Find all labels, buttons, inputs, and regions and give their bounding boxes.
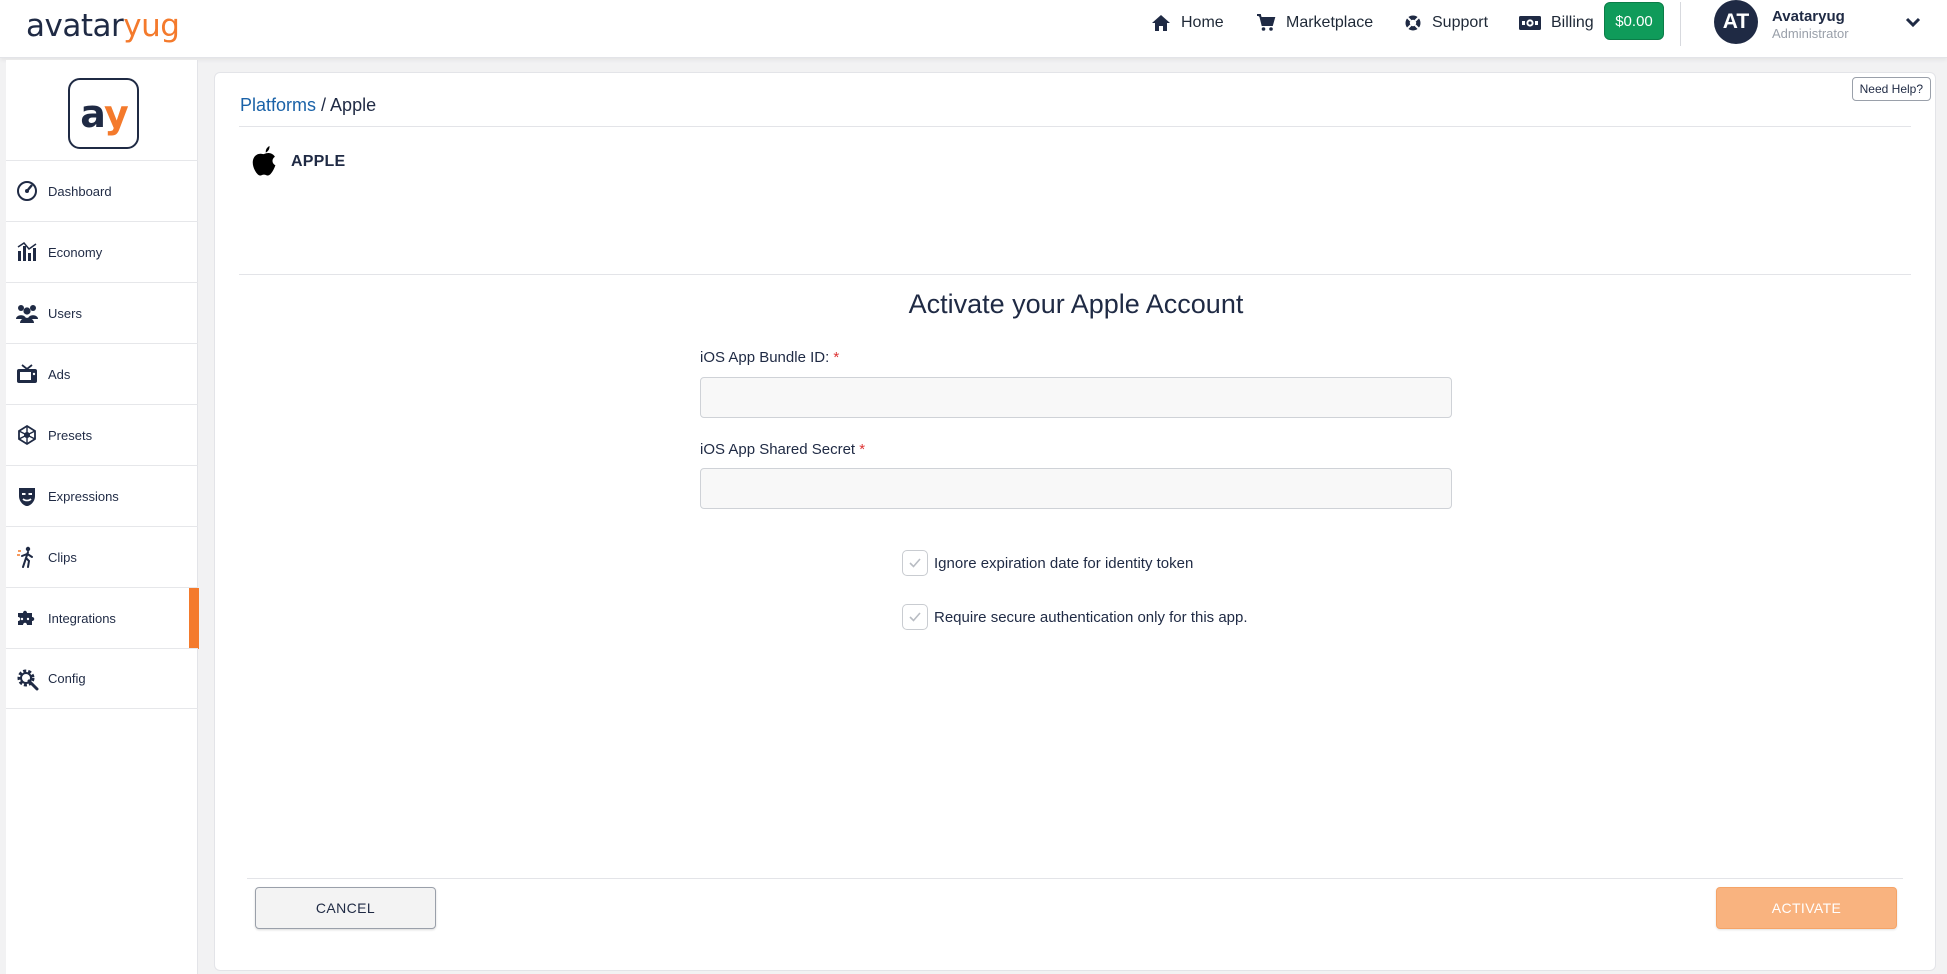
brand-logo-part2: yug [123,8,180,44]
bar-chart-icon [15,240,39,264]
need-help-button[interactable]: Need Help? [1851,77,1931,101]
sidebar-item-label: Config [48,671,86,686]
breadcrumb-platforms-link[interactable]: Platforms [240,95,316,115]
sidebar-item-label: Clips [48,549,77,565]
sidebar-item-label: Ads [48,366,71,382]
sidebar-logo-part2: y [103,91,129,136]
breadcrumb-current: Apple [330,95,377,115]
sidebar-item-presets[interactable]: Presets [6,404,198,465]
nav-billing[interactable]: Billing [1519,13,1594,33]
sidebar-item-ads[interactable]: Ads [6,343,198,404]
user-name: Avataryug [1772,8,1845,25]
nav-home-label: Home [1181,14,1224,31]
walking-figure-icon [15,545,39,569]
sidebar-item-integrations[interactable]: Integrations [6,587,199,649]
nav-marketplace-label: Marketplace [1286,14,1374,31]
bundle-id-label-text: iOS App Bundle ID: [700,349,830,366]
sidebar-item-label: Presets [48,427,93,443]
ignore-expiration-label: Ignore expiration date for identity toke… [934,554,1194,572]
ignore-expiration-option[interactable]: Ignore expiration date for identity toke… [902,550,1193,576]
lifebuoy-icon [1405,15,1421,31]
secure-auth-option[interactable]: Require secure authentication only for t… [902,604,1248,630]
sidebar-item-economy[interactable]: Economy [6,221,198,282]
secure-auth-label: Require secure authentication only for t… [934,608,1248,626]
check-icon [909,558,921,568]
divider [247,878,1903,879]
main-card: Need Help? Platforms / Apple APPLE Activ… [214,72,1936,971]
cart-icon [1257,14,1276,31]
sidebar-item-expressions[interactable]: Expressions [6,465,198,526]
platform-header: APPLE [249,144,345,180]
required-mark: * [859,441,866,458]
bundle-id-label: iOS App Bundle ID: * [700,349,839,366]
sidebar-item-label: Expressions [48,488,119,504]
bundle-id-input[interactable] [700,377,1452,418]
nav-support-label: Support [1432,14,1489,31]
money-bill-icon [1519,16,1541,30]
sidebar-logo[interactable]: ay [68,78,139,149]
required-mark: * [833,349,840,366]
sidebar: ay Dashboard Economy Users Ads Presets E… [6,60,199,974]
avatar[interactable]: AT [1714,0,1758,44]
breadcrumb: Platforms / Apple [240,95,376,116]
users-icon [15,301,39,325]
header-divider [1680,2,1681,46]
sidebar-item-label: Users [48,305,82,321]
sidebar-item-users[interactable]: Users [6,282,198,343]
ignore-expiration-checkbox[interactable] [902,550,928,576]
shared-secret-label-text: iOS App Shared Secret [700,441,856,458]
balance-badge[interactable]: $0.00 [1604,2,1664,40]
sidebar-logo-part1: a [80,91,106,136]
sidebar-item-label: Economy [48,244,103,260]
brand-logo-part1: avatar [26,8,124,44]
divider [239,126,1911,127]
sidebar-item-config[interactable]: Config [6,648,198,709]
nav-home[interactable]: Home [1151,13,1224,33]
gear-wrench-icon [15,667,39,691]
chevron-down-icon[interactable] [1905,16,1921,28]
apple-logo-icon [252,146,276,176]
activate-button[interactable]: ACTIVATE [1716,887,1897,929]
ads-tv-icon [15,362,39,386]
puzzle-icon [15,606,39,630]
brand-logo[interactable]: avataryug [26,8,180,44]
sidebar-menu: Dashboard Economy Users Ads Presets Expr… [6,160,199,709]
nav-marketplace[interactable]: Marketplace [1256,13,1373,33]
home-icon [1152,15,1170,31]
check-icon [909,612,921,622]
presets-network-icon [15,423,39,447]
user-role: Administrator [1772,26,1849,41]
secure-auth-checkbox[interactable] [902,604,928,630]
cancel-button[interactable]: CANCEL [255,887,436,929]
breadcrumb-separator: / [316,95,331,115]
sidebar-item-label: Dashboard [48,183,112,199]
divider [239,274,1911,275]
shared-secret-input[interactable] [700,468,1452,509]
platform-name: APPLE [291,153,346,170]
shared-secret-label: iOS App Shared Secret * [700,441,865,458]
top-header: avataryug Home Marketplace Support Billi… [0,0,1947,58]
nav-support[interactable]: Support [1404,13,1488,33]
speedometer-icon [15,179,39,203]
sidebar-item-dashboard[interactable]: Dashboard [6,160,198,221]
sidebar-item-clips[interactable]: Clips [6,526,198,587]
mask-icon [15,484,39,508]
form-title: Activate your Apple Account [908,289,1244,319]
sidebar-item-label: Integrations [48,610,116,626]
nav-billing-label: Billing [1551,14,1594,31]
